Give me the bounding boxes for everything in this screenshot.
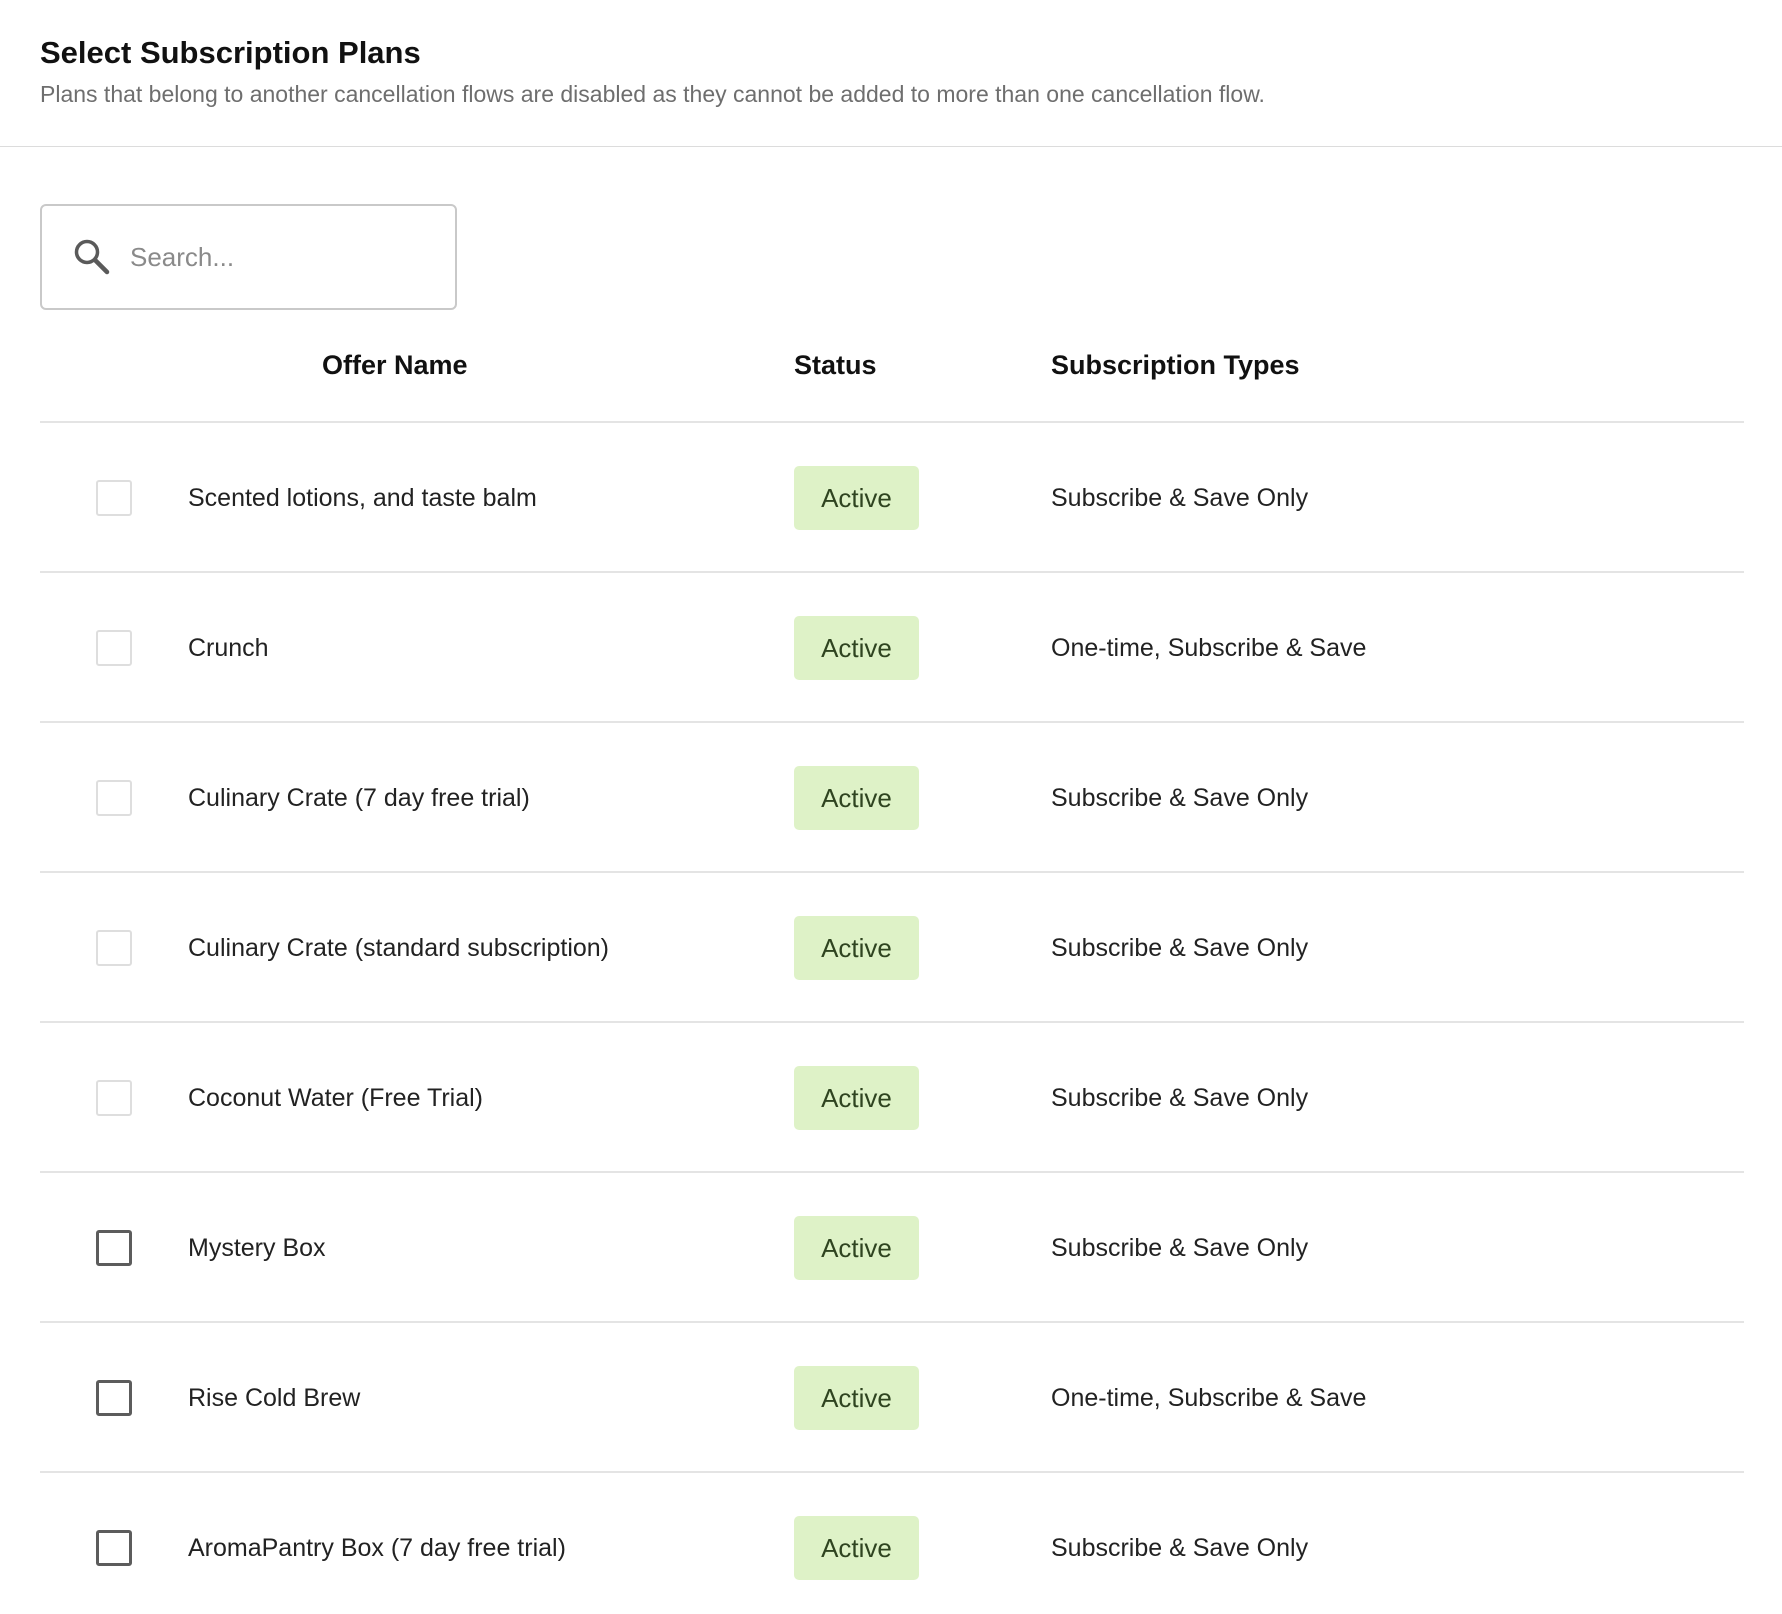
status-badge: Active <box>794 1516 919 1580</box>
table-row: Crunch Active One-time, Subscribe & Save <box>40 573 1744 723</box>
offer-name: Rise Cold Brew <box>188 1384 361 1412</box>
subscription-types: Subscribe & Save Only <box>1051 784 1309 812</box>
search-input[interactable] <box>130 241 430 273</box>
select-plans-dialog: Select Subscription Plans Plans that bel… <box>0 0 1782 1614</box>
table-row[interactable]: AromaPantry Box (7 day free trial) Active… <box>40 1473 1744 1614</box>
row-checkbox-disabled <box>96 930 132 966</box>
subscription-types: One-time, Subscribe & Save <box>1051 1384 1367 1412</box>
status-badge: Active <box>794 466 919 530</box>
status-badge: Active <box>794 1216 919 1280</box>
row-checkbox[interactable] <box>96 1380 132 1416</box>
table-row: Coconut Water (Free Trial) Active Subscrib… <box>40 1023 1744 1173</box>
subscription-types: One-time, Subscribe & Save <box>1051 634 1367 662</box>
row-checkbox-disabled <box>96 480 132 516</box>
table-row: Culinary Crate (standard subscription) Ac… <box>40 873 1744 1023</box>
row-checkbox[interactable] <box>96 1530 132 1566</box>
table-row: Culinary Crate (7 day free trial) Active S… <box>40 723 1744 873</box>
dialog-header: Select Subscription Plans Plans that bel… <box>0 0 1782 147</box>
status-badge: Active <box>794 1066 919 1130</box>
dialog-title: Select Subscription Plans <box>40 35 421 70</box>
search-box[interactable] <box>40 204 457 310</box>
table-row: Scented lotions, and taste balm Active Sub… <box>40 423 1744 573</box>
row-checkbox-disabled <box>96 1080 132 1116</box>
row-checkbox-disabled <box>96 630 132 666</box>
status-badge: Active <box>794 916 919 980</box>
subscription-types: Subscribe & Save Only <box>1051 484 1309 512</box>
table-row[interactable]: Mystery Box Active Subscribe & Save Only <box>40 1173 1744 1323</box>
plans-table: Offer Name Status Subscription Types Sce… <box>40 330 1744 1614</box>
offer-name: Coconut Water (Free Trial) <box>188 1084 483 1112</box>
column-header-status: Status <box>794 350 877 380</box>
column-header-offer-name: Offer Name <box>322 350 468 380</box>
subscription-types: Subscribe & Save Only <box>1051 1234 1309 1262</box>
table-header: Offer Name Status Subscription Types <box>40 330 1744 423</box>
table-row[interactable]: Rise Cold Brew Active One-time, Subscribe … <box>40 1323 1744 1473</box>
subscription-types: Subscribe & Save Only <box>1051 1084 1309 1112</box>
offer-name: Mystery Box <box>188 1234 326 1262</box>
search-icon <box>74 239 110 275</box>
column-header-subscription-types: Subscription Types <box>1051 350 1300 380</box>
status-badge: Active <box>794 766 919 830</box>
row-checkbox[interactable] <box>96 1230 132 1266</box>
table-body: Scented lotions, and taste balm Active Sub… <box>40 423 1744 1614</box>
offer-name: Crunch <box>188 634 269 662</box>
subscription-types: Subscribe & Save Only <box>1051 934 1309 962</box>
offer-name: Culinary Crate (7 day free trial) <box>188 784 530 812</box>
status-badge: Active <box>794 1366 919 1430</box>
row-checkbox-disabled <box>96 780 132 816</box>
offer-name: Scented lotions, and taste balm <box>188 484 537 512</box>
subscription-types: Subscribe & Save Only <box>1051 1534 1309 1562</box>
offer-name: AromaPantry Box (7 day free trial) <box>188 1534 566 1562</box>
offer-name: Culinary Crate (standard subscription) <box>188 934 610 962</box>
status-badge: Active <box>794 616 919 680</box>
dialog-subtitle: Plans that belong to another cancellatio… <box>40 81 1265 107</box>
